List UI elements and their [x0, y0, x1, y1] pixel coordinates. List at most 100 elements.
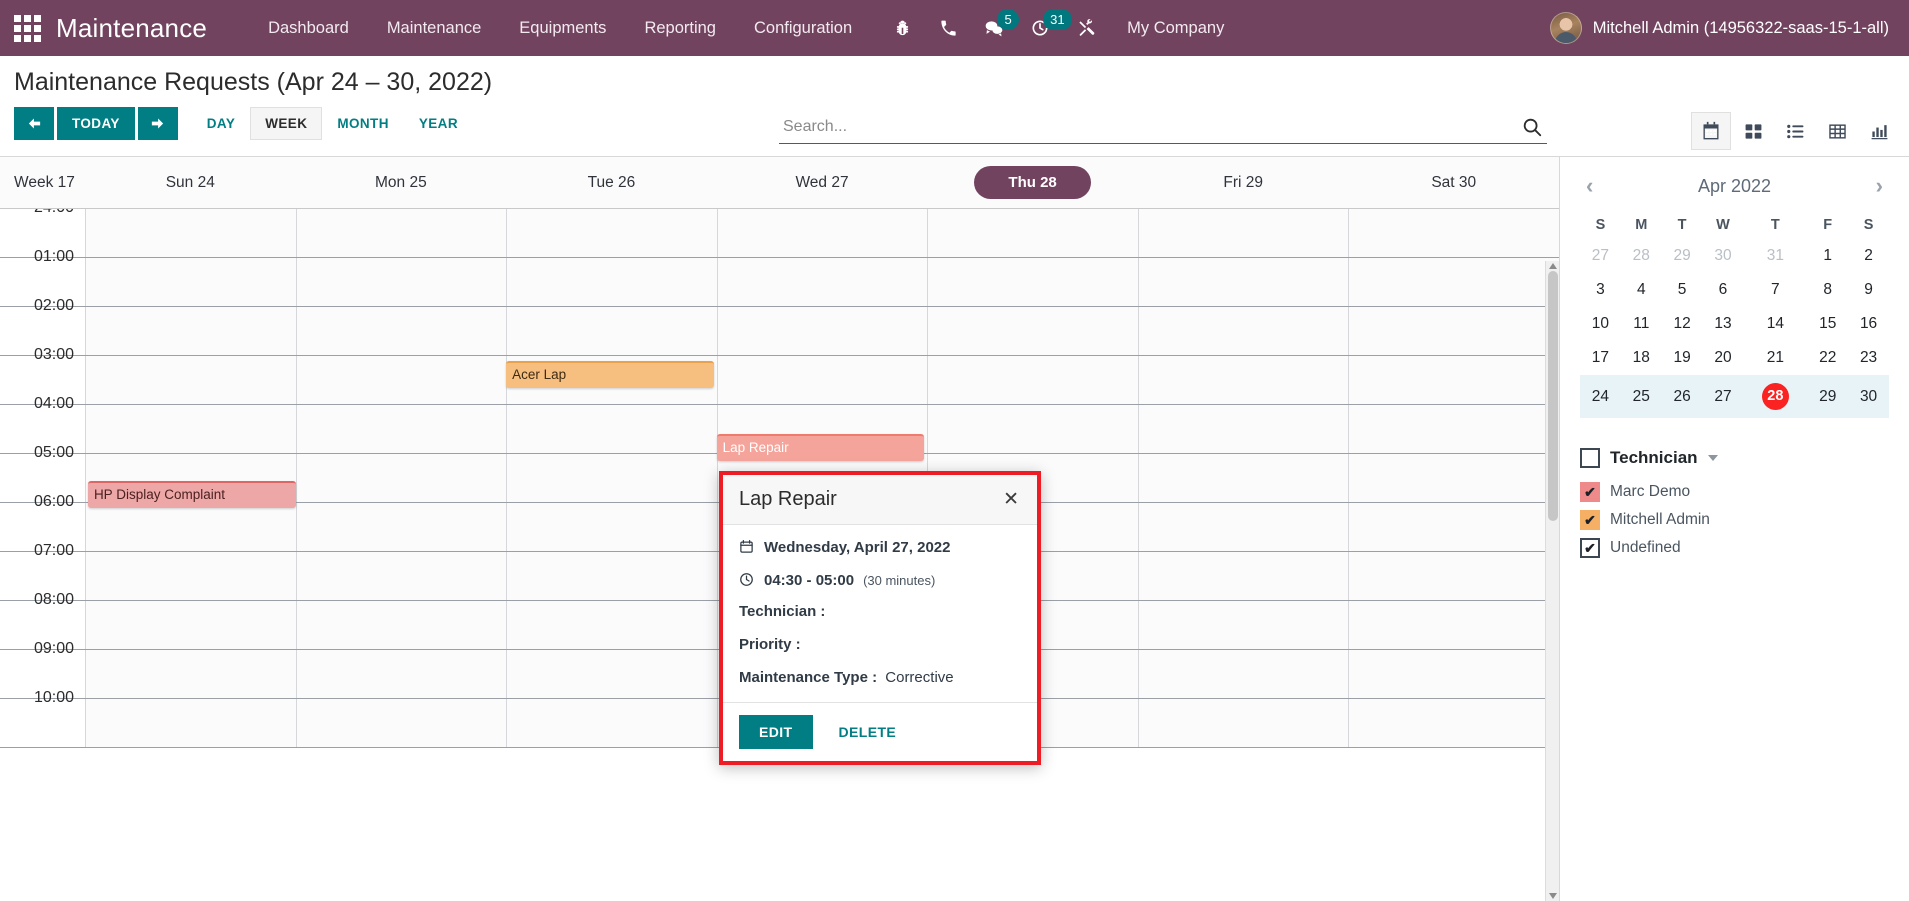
time-slot[interactable]: [296, 307, 507, 355]
day-header-thu-28-today[interactable]: Thu 28: [927, 166, 1138, 199]
time-slot[interactable]: [1348, 699, 1559, 747]
calendar-view-button[interactable]: [1691, 112, 1731, 150]
time-slot[interactable]: [506, 650, 717, 698]
close-icon[interactable]: ✕: [1001, 490, 1021, 509]
time-slot[interactable]: [1348, 307, 1559, 355]
tools-icon[interactable]: [1063, 0, 1109, 56]
technician-filter-item-undefined[interactable]: ✔ Undefined: [1580, 534, 1889, 562]
company-selector[interactable]: My Company: [1109, 2, 1242, 55]
time-slot[interactable]: [1348, 405, 1559, 453]
mini-day[interactable]: 2: [1848, 239, 1889, 273]
mini-day[interactable]: 30: [1703, 239, 1744, 273]
time-slot[interactable]: [506, 699, 717, 747]
day-header-fri-29[interactable]: Fri 29: [1138, 174, 1349, 192]
time-slot[interactable]: [927, 258, 1138, 306]
messages-icon[interactable]: 5: [971, 0, 1017, 56]
mini-day[interactable]: 17: [1580, 341, 1621, 375]
mini-day[interactable]: 22: [1807, 341, 1848, 375]
time-slot[interactable]: [85, 601, 296, 649]
mini-day[interactable]: 25: [1621, 375, 1662, 418]
time-slot[interactable]: [506, 258, 717, 306]
time-slot[interactable]: [85, 405, 296, 453]
time-slot[interactable]: [927, 209, 1138, 257]
time-slot[interactable]: [717, 209, 928, 257]
time-slot[interactable]: [1348, 650, 1559, 698]
pivot-view-button[interactable]: [1817, 112, 1857, 150]
apps-grid-icon[interactable]: [10, 11, 44, 45]
mini-day[interactable]: 15: [1807, 307, 1848, 341]
time-slot[interactable]: [296, 405, 507, 453]
mini-day[interactable]: 11: [1621, 307, 1662, 341]
scale-year-button[interactable]: YEAR: [404, 107, 473, 140]
list-view-button[interactable]: [1775, 112, 1815, 150]
today-button[interactable]: TODAY: [57, 107, 135, 140]
time-slot[interactable]: [85, 503, 296, 551]
time-slot[interactable]: [1138, 356, 1349, 404]
mini-day[interactable]: 24: [1580, 375, 1621, 418]
time-slot[interactable]: [1348, 454, 1559, 502]
time-slot[interactable]: [1138, 258, 1349, 306]
time-slot[interactable]: [1138, 503, 1349, 551]
day-header-wed-27[interactable]: Wed 27: [717, 174, 928, 192]
mini-day[interactable]: 30: [1848, 375, 1889, 418]
time-slot[interactable]: [296, 552, 507, 600]
time-slot[interactable]: [506, 307, 717, 355]
time-slot[interactable]: [296, 699, 507, 747]
mini-day[interactable]: 29: [1807, 375, 1848, 418]
nav-item-configuration[interactable]: Configuration: [735, 2, 871, 55]
time-slot[interactable]: [1348, 503, 1559, 551]
time-slot[interactable]: [506, 209, 717, 257]
time-slot[interactable]: [85, 699, 296, 747]
mini-day[interactable]: 13: [1703, 307, 1744, 341]
mini-day[interactable]: 27: [1703, 375, 1744, 418]
chevron-down-icon[interactable]: [1708, 455, 1718, 461]
phone-icon[interactable]: [925, 0, 971, 56]
time-slot[interactable]: [296, 503, 507, 551]
time-slot[interactable]: [85, 307, 296, 355]
time-slot[interactable]: [296, 650, 507, 698]
time-slot[interactable]: [506, 405, 717, 453]
day-header-sat-30[interactable]: Sat 30: [1348, 174, 1559, 192]
time-slot[interactable]: [506, 454, 717, 502]
mini-day[interactable]: 16: [1848, 307, 1889, 341]
technician-filter-item-marc-demo[interactable]: ✔ Marc Demo: [1580, 478, 1889, 506]
mini-day[interactable]: 19: [1662, 341, 1703, 375]
mini-calendar-next-button[interactable]: ›: [1870, 175, 1889, 197]
nav-item-reporting[interactable]: Reporting: [625, 2, 735, 55]
time-slot[interactable]: [1138, 552, 1349, 600]
mini-day[interactable]: 29: [1662, 239, 1703, 273]
time-slot[interactable]: [85, 552, 296, 600]
time-slot[interactable]: [1348, 601, 1559, 649]
mini-day[interactable]: 14: [1743, 307, 1807, 341]
time-slot[interactable]: [1138, 454, 1349, 502]
scroll-up-icon[interactable]: [1549, 263, 1557, 269]
time-slot[interactable]: [296, 454, 507, 502]
time-slot[interactable]: [1138, 209, 1349, 257]
calendar-event-hp-display-complaint[interactable]: HP Display Complaint: [88, 481, 296, 508]
mini-day[interactable]: 18: [1621, 341, 1662, 375]
mini-day[interactable]: 12: [1662, 307, 1703, 341]
time-slot[interactable]: [1138, 650, 1349, 698]
nav-item-equipments[interactable]: Equipments: [500, 2, 625, 55]
time-slot[interactable]: [927, 405, 1138, 453]
time-slot[interactable]: [85, 650, 296, 698]
prev-period-button[interactable]: [14, 107, 54, 140]
edit-button[interactable]: EDIT: [739, 715, 813, 749]
mini-day[interactable]: 23: [1848, 341, 1889, 375]
mini-calendar-prev-button[interactable]: ‹: [1580, 175, 1599, 197]
technician-filter-item-mitchell-admin[interactable]: ✔ Mitchell Admin: [1580, 506, 1889, 534]
mini-day[interactable]: 4: [1621, 273, 1662, 307]
calendar-event-acer-lap[interactable]: Acer Lap: [506, 361, 714, 388]
mini-day-today[interactable]: 28: [1743, 375, 1807, 418]
mini-day[interactable]: 1: [1807, 239, 1848, 273]
time-slot[interactable]: [1348, 258, 1559, 306]
mini-day[interactable]: 20: [1703, 341, 1744, 375]
mini-day[interactable]: 5: [1662, 273, 1703, 307]
time-slot[interactable]: [1348, 209, 1559, 257]
mini-day[interactable]: 3: [1580, 273, 1621, 307]
app-brand-title[interactable]: Maintenance: [56, 13, 207, 44]
mini-day[interactable]: 6: [1703, 273, 1744, 307]
mini-day[interactable]: 31: [1743, 239, 1807, 273]
calendar-scrollbar[interactable]: [1545, 261, 1559, 901]
search-icon[interactable]: [1511, 116, 1547, 138]
